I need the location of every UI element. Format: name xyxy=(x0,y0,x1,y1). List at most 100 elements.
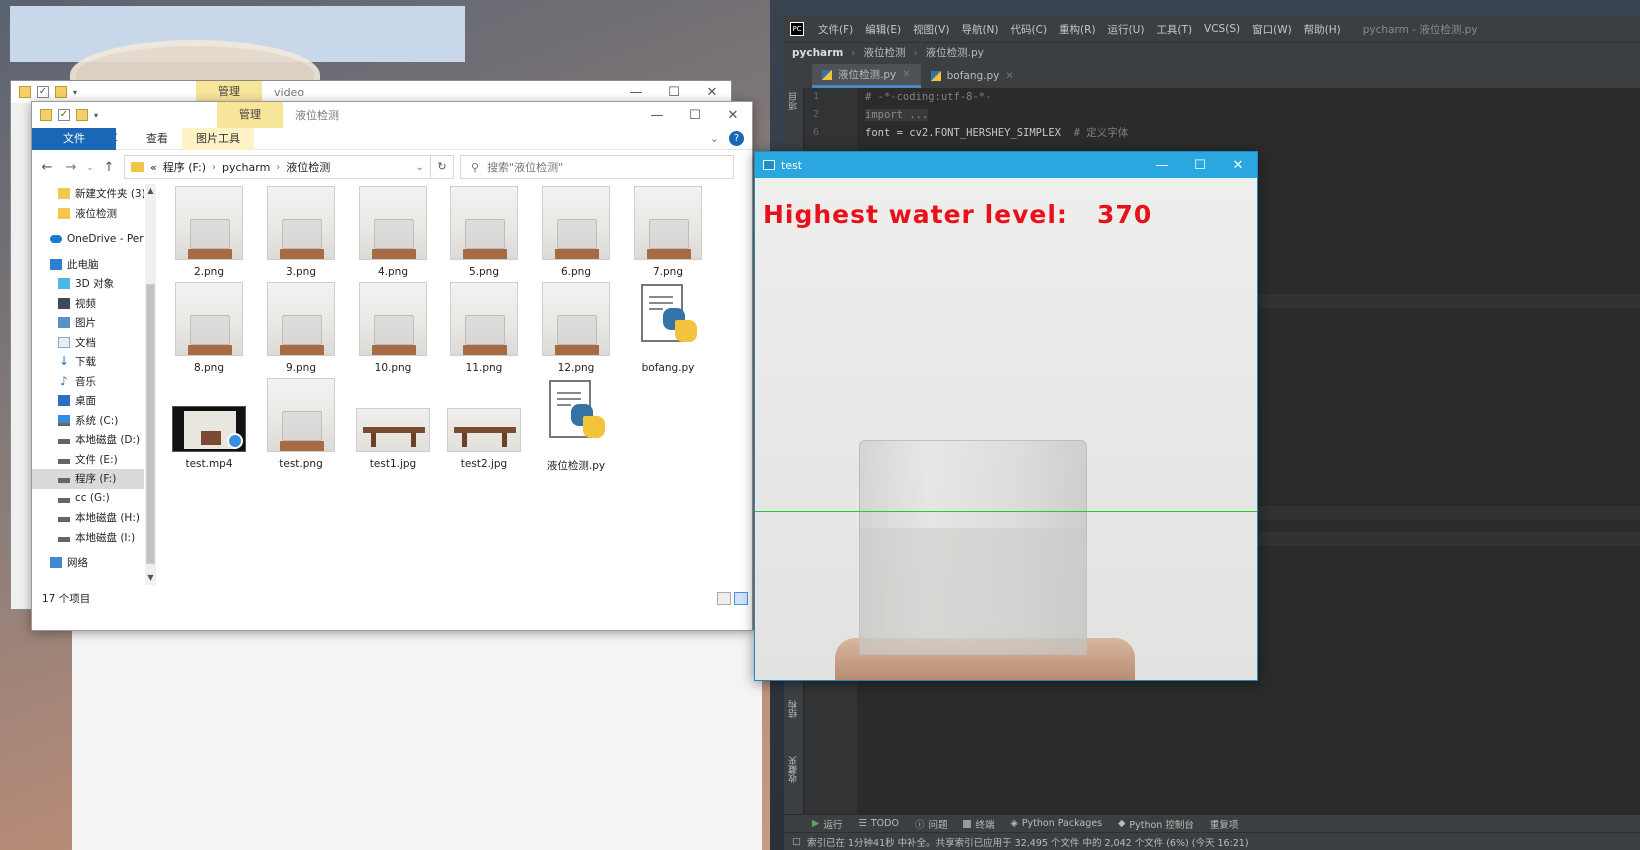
new-folder-icon[interactable] xyxy=(76,109,88,121)
file-item[interactable]: 液位检测.py xyxy=(534,378,618,473)
file-item[interactable]: 6.png xyxy=(534,186,618,278)
scroll-thumb[interactable] xyxy=(146,284,155,564)
file-item[interactable]: 4.png xyxy=(351,186,435,278)
minimize-icon[interactable]: — xyxy=(617,85,655,100)
nav-item[interactable]: 视频 xyxy=(32,294,144,314)
file-item[interactable]: test.png xyxy=(259,378,343,470)
file-item[interactable]: 3.png xyxy=(259,186,343,278)
titlebar[interactable]: test — ☐ ✕ xyxy=(755,152,1257,178)
file-item[interactable]: test2.jpg xyxy=(442,378,526,470)
editor-tab[interactable]: 液位检测.py ✕ xyxy=(812,64,921,88)
tab-view[interactable]: 查看 xyxy=(132,128,182,150)
nav-item[interactable]: 本地磁盘 (D:) xyxy=(32,430,144,450)
python-packages-tool-button[interactable]: ◈ Python Packages xyxy=(1010,818,1102,829)
menu-navigate[interactable]: 导航(N) xyxy=(955,22,1004,37)
nav-item[interactable]: 3D 对象 xyxy=(32,274,144,294)
maximize-icon[interactable]: ☐ xyxy=(676,108,714,123)
dropdown-icon[interactable]: ▾ xyxy=(94,111,98,120)
editor-tab[interactable]: bofang.py ✕ xyxy=(921,64,1024,88)
expand-ribbon-icon[interactable]: ⌄ xyxy=(710,132,719,145)
scroll-down-icon[interactable]: ▼ xyxy=(145,571,156,585)
menu-code[interactable]: 代码(C) xyxy=(1005,22,1054,37)
favorites-tool-button[interactable]: 收藏夹 xyxy=(787,756,801,783)
structure-tool-button[interactable]: 结构 xyxy=(787,700,801,718)
code-line[interactable]: import ... xyxy=(857,106,1640,124)
nav-item[interactable]: 新建文件夹 (3) xyxy=(32,184,144,204)
nav-item[interactable]: ↓ 下载 xyxy=(32,352,144,372)
breadcrumb-item[interactable]: 程序 (F:) xyxy=(163,159,206,175)
close-icon[interactable]: ✕ xyxy=(1219,158,1257,173)
nav-item[interactable]: 文档 xyxy=(32,333,144,353)
image-canvas[interactable]: Highest water level: 370 xyxy=(755,178,1257,680)
menu-vcs[interactable]: VCS(S) xyxy=(1198,23,1246,35)
menu-help[interactable]: 帮助(H) xyxy=(1298,22,1347,37)
dropdown-icon[interactable]: ▾ xyxy=(73,88,77,97)
nav-item[interactable]: 桌面 xyxy=(32,391,144,411)
manage-tab[interactable]: 管理 xyxy=(196,81,262,103)
file-item[interactable]: 5.png xyxy=(442,186,526,278)
nav-item[interactable]: 程序 (F:) xyxy=(32,469,144,489)
file-item[interactable]: 8.png xyxy=(167,282,251,374)
large-icons-view-icon[interactable] xyxy=(734,591,748,605)
nav-item[interactable]: 本地磁盘 (I:) xyxy=(32,528,144,548)
titlebar[interactable]: ✓ ▾ 管理 video — ☐ ✕ xyxy=(11,81,731,103)
opencv-window[interactable]: test — ☐ ✕ Highest water level: 370 xyxy=(754,151,1258,681)
file-item[interactable]: 9.png xyxy=(259,282,343,374)
minimize-icon[interactable]: — xyxy=(1143,158,1181,173)
close-icon[interactable]: ✕ xyxy=(714,108,752,123)
file-item[interactable]: 7.png xyxy=(626,186,710,278)
toggle-panels-icon[interactable]: ▢ xyxy=(792,836,801,847)
code-line[interactable]: # -*-coding:utf-8-*- xyxy=(857,88,1640,106)
file-item[interactable]: 2.png xyxy=(167,186,251,278)
close-tab-icon[interactable]: ✕ xyxy=(1005,71,1013,82)
file-item[interactable]: 10.png xyxy=(351,282,435,374)
breadcrumb-item[interactable]: pycharm xyxy=(222,161,270,174)
up-arrow-icon[interactable]: ↑ xyxy=(100,160,118,175)
menu-view[interactable]: 视图(V) xyxy=(907,22,955,37)
file-item[interactable]: 12.png xyxy=(534,282,618,374)
menu-window[interactable]: 窗口(W) xyxy=(1246,22,1298,37)
breadcrumb-item[interactable]: 液位检测 xyxy=(286,159,330,175)
nav-item[interactable]: OneDrive - Perso xyxy=(32,229,144,249)
chevron-right-icon[interactable]: › xyxy=(276,162,280,173)
menu-file[interactable]: 文件(F) xyxy=(812,22,859,37)
nav-item[interactable]: 图片 xyxy=(32,313,144,333)
menu-tools[interactable]: 工具(T) xyxy=(1150,22,1198,37)
menu-run[interactable]: 运行(U) xyxy=(1102,22,1151,37)
nav-item[interactable]: 网络 xyxy=(32,553,144,573)
explorer-window[interactable]: ✓ ▾ 管理 液位检测 — ☐ ✕ 文件 主页 共享 查看 图片工具 ⌄ ? ←… xyxy=(31,101,753,631)
manage-tab[interactable]: 管理 xyxy=(217,102,283,128)
forward-arrow-icon[interactable]: → xyxy=(62,160,80,175)
duplicates-tool-button[interactable]: 重复项 xyxy=(1210,817,1239,831)
breadcrumb-overflow[interactable]: « xyxy=(150,161,157,174)
nav-item[interactable]: 本地磁盘 (H:) xyxy=(32,508,144,528)
chevron-right-icon[interactable]: › xyxy=(212,162,216,173)
nav-item[interactable]: 此电脑 xyxy=(32,255,144,275)
nav-item[interactable]: cc (G:) xyxy=(32,489,144,509)
nav-scrollbar[interactable]: ▲ ▼ xyxy=(145,184,156,585)
new-folder-icon[interactable] xyxy=(55,86,67,98)
nav-file[interactable]: 液位检测.py xyxy=(926,45,984,60)
code-line[interactable]: font = cv2.FONT_HERSHEY_SIMPLEX # 定义字体 xyxy=(857,124,1640,142)
recent-locations-icon[interactable]: ⌄ xyxy=(86,163,94,172)
menu-edit[interactable]: 编辑(E) xyxy=(859,22,907,37)
close-tab-icon[interactable]: ✕ xyxy=(902,69,910,80)
address-bar[interactable]: « 程序 (F:) › pycharm › 液位检测 ⌄ xyxy=(124,155,431,179)
titlebar[interactable]: ✓ ▾ 管理 液位检测 — ☐ ✕ xyxy=(32,102,752,128)
nav-item[interactable]: ♪ 音乐 xyxy=(32,372,144,392)
run-tool-button[interactable]: ▶ 运行 xyxy=(812,817,842,831)
terminal-tool-button[interactable]: 终端 xyxy=(963,817,994,831)
refresh-icon[interactable]: ↻ xyxy=(430,155,454,179)
close-icon[interactable]: ✕ xyxy=(693,85,731,100)
help-icon[interactable]: ? xyxy=(729,131,744,146)
tab-file[interactable]: 文件 xyxy=(32,127,116,150)
search-input[interactable]: ⚲ 搜索"液位检测" xyxy=(460,155,734,179)
nav-item[interactable]: 液位检测 xyxy=(32,204,144,224)
file-item[interactable]: 11.png xyxy=(442,282,526,374)
todo-tool-button[interactable]: ☰ TODO xyxy=(858,818,899,829)
file-item[interactable]: test1.jpg xyxy=(351,378,435,470)
nav-item[interactable]: 文件 (E:) xyxy=(32,450,144,470)
nav-project[interactable]: pycharm xyxy=(792,47,843,59)
minimize-icon[interactable]: — xyxy=(638,108,676,123)
problems-tool-button[interactable]: ⓘ 问题 xyxy=(915,817,948,831)
